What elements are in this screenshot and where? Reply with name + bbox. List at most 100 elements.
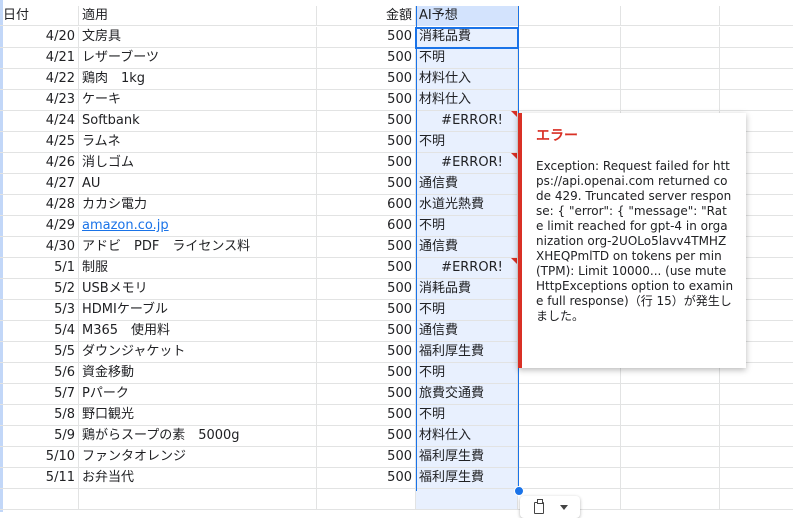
date-cell[interactable]: 5/11 bbox=[0, 468, 79, 488]
desc-cell[interactable]: レザーブーツ bbox=[79, 48, 317, 68]
empty-cell[interactable] bbox=[518, 447, 621, 467]
date-cell[interactable]: 4/25 bbox=[0, 132, 79, 152]
desc-cell[interactable]: M365 使用料 bbox=[79, 321, 317, 341]
empty-cell[interactable] bbox=[317, 489, 416, 509]
desc-cell[interactable]: 資金移動 bbox=[79, 363, 317, 383]
fill-handle[interactable] bbox=[514, 486, 524, 496]
desc-link[interactable]: amazon.co.jp bbox=[82, 218, 169, 233]
ai-cell[interactable]: 不明 bbox=[416, 48, 518, 68]
empty-cell[interactable] bbox=[416, 489, 518, 509]
date-cell[interactable]: 4/26 bbox=[0, 153, 79, 173]
date-cell[interactable]: 5/10 bbox=[0, 447, 79, 467]
header-date[interactable]: 日付 bbox=[0, 6, 79, 26]
ai-cell[interactable]: 不明 bbox=[416, 405, 518, 425]
desc-cell[interactable]: 制服 bbox=[79, 258, 317, 278]
desc-cell[interactable]: 文房具 bbox=[79, 27, 317, 47]
empty-cell[interactable] bbox=[720, 384, 793, 404]
empty-cell[interactable] bbox=[621, 426, 720, 446]
empty-cell[interactable] bbox=[720, 426, 793, 446]
desc-cell[interactable]: ファンタオレンジ bbox=[79, 447, 317, 467]
date-cell[interactable]: 5/6 bbox=[0, 363, 79, 383]
desc-cell[interactable]: Pパーク bbox=[79, 384, 317, 404]
ai-cell[interactable]: 通信費 bbox=[416, 237, 518, 257]
ai-cell[interactable]: 旅費交通費 bbox=[416, 384, 518, 404]
date-cell[interactable]: 5/7 bbox=[0, 384, 79, 404]
date-cell[interactable]: 4/28 bbox=[0, 195, 79, 215]
ai-cell[interactable]: 不明 bbox=[416, 300, 518, 320]
desc-cell[interactable]: ラムネ bbox=[79, 132, 317, 152]
date-cell[interactable]: 4/29 bbox=[0, 216, 79, 236]
amount-cell[interactable]: 500 bbox=[317, 90, 416, 110]
amount-cell[interactable]: 500 bbox=[317, 300, 416, 320]
empty-cell[interactable] bbox=[518, 405, 621, 425]
empty-cell[interactable] bbox=[518, 90, 621, 110]
desc-cell[interactable]: amazon.co.jp bbox=[79, 216, 317, 236]
empty-cell[interactable] bbox=[720, 69, 793, 89]
empty-cell[interactable] bbox=[621, 90, 720, 110]
desc-cell[interactable]: ケーキ bbox=[79, 90, 317, 110]
date-cell[interactable]: 5/8 bbox=[0, 405, 79, 425]
empty-cell[interactable] bbox=[720, 447, 793, 467]
date-cell[interactable]: 4/21 bbox=[0, 48, 79, 68]
date-cell[interactable]: 4/24 bbox=[0, 111, 79, 131]
ai-error-cell[interactable]: #ERROR! bbox=[416, 258, 518, 278]
ai-cell[interactable]: 福利厚生費 bbox=[416, 468, 518, 488]
paste-options-button[interactable] bbox=[520, 496, 580, 518]
desc-cell[interactable]: ダウンジャケット bbox=[79, 342, 317, 362]
empty-cell[interactable] bbox=[720, 6, 793, 26]
empty-cell[interactable] bbox=[621, 468, 720, 488]
amount-cell[interactable]: 500 bbox=[317, 405, 416, 425]
date-cell[interactable]: 5/2 bbox=[0, 279, 79, 299]
empty-cell[interactable] bbox=[621, 48, 720, 68]
desc-cell[interactable]: 消しゴム bbox=[79, 153, 317, 173]
amount-cell[interactable]: 500 bbox=[317, 426, 416, 446]
empty-cell[interactable] bbox=[621, 69, 720, 89]
empty-cell[interactable] bbox=[0, 489, 79, 509]
ai-error-cell[interactable]: #ERROR! bbox=[416, 111, 518, 131]
empty-cell[interactable] bbox=[720, 48, 793, 68]
header-desc[interactable]: 適用 bbox=[79, 6, 317, 26]
amount-cell[interactable]: 500 bbox=[317, 384, 416, 404]
ai-error-cell[interactable]: #ERROR! bbox=[416, 153, 518, 173]
ai-cell[interactable]: 福利厚生費 bbox=[416, 342, 518, 362]
date-cell[interactable]: 4/20 bbox=[0, 27, 79, 47]
empty-cell[interactable] bbox=[518, 69, 621, 89]
amount-cell[interactable]: 500 bbox=[317, 153, 416, 173]
amount-cell[interactable]: 500 bbox=[317, 69, 416, 89]
amount-cell[interactable]: 500 bbox=[317, 447, 416, 467]
amount-cell[interactable]: 500 bbox=[317, 342, 416, 362]
empty-cell[interactable] bbox=[621, 447, 720, 467]
ai-cell[interactable]: 通信費 bbox=[416, 174, 518, 194]
desc-cell[interactable]: AU bbox=[79, 174, 317, 194]
desc-cell[interactable]: 鶏がらスープの素 5000g bbox=[79, 426, 317, 446]
header-ai[interactable]: AI予想 bbox=[416, 6, 518, 26]
date-cell[interactable]: 4/22 bbox=[0, 69, 79, 89]
empty-cell[interactable] bbox=[621, 384, 720, 404]
desc-cell[interactable]: 鶏肉 1kg bbox=[79, 69, 317, 89]
ai-cell[interactable]: 通信費 bbox=[416, 321, 518, 341]
desc-cell[interactable]: カカシ電力 bbox=[79, 195, 317, 215]
ai-cell[interactable]: 消耗品費 bbox=[416, 279, 518, 299]
empty-cell[interactable] bbox=[79, 489, 317, 509]
empty-cell[interactable] bbox=[720, 27, 793, 47]
ai-cell[interactable]: 水道光熱費 bbox=[416, 195, 518, 215]
amount-cell[interactable]: 500 bbox=[317, 279, 416, 299]
error-indicator-icon[interactable] bbox=[511, 153, 517, 159]
ai-cell[interactable]: 不明 bbox=[416, 363, 518, 383]
empty-cell[interactable] bbox=[518, 468, 621, 488]
amount-cell[interactable]: 500 bbox=[317, 132, 416, 152]
amount-cell[interactable]: 500 bbox=[317, 111, 416, 131]
desc-cell[interactable]: USBメモリ bbox=[79, 279, 317, 299]
empty-cell[interactable] bbox=[518, 6, 621, 26]
empty-cell[interactable] bbox=[518, 426, 621, 446]
amount-cell[interactable]: 500 bbox=[317, 48, 416, 68]
amount-cell[interactable]: 500 bbox=[317, 174, 416, 194]
date-cell[interactable]: 5/4 bbox=[0, 321, 79, 341]
amount-cell[interactable]: 500 bbox=[317, 27, 416, 47]
empty-cell[interactable] bbox=[518, 48, 621, 68]
ai-cell[interactable]: 材料仕入 bbox=[416, 426, 518, 446]
date-cell[interactable]: 4/23 bbox=[0, 90, 79, 110]
desc-cell[interactable]: 野口観光 bbox=[79, 405, 317, 425]
empty-cell[interactable] bbox=[720, 90, 793, 110]
amount-cell[interactable]: 500 bbox=[317, 237, 416, 257]
